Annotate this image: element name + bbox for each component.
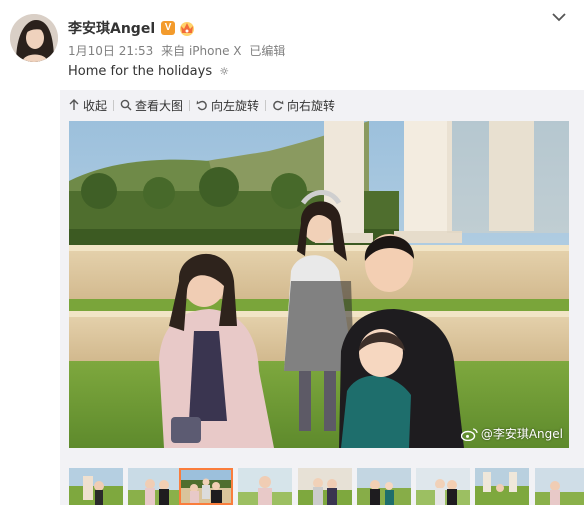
rotate-right-button[interactable]: 向右旋转 xyxy=(272,97,335,114)
family-photo xyxy=(69,121,569,448)
thumbnail[interactable] xyxy=(416,468,470,505)
weibo-logo-icon xyxy=(460,427,478,441)
view-large-label: 查看大图 xyxy=(135,98,184,113)
toolbar-divider xyxy=(265,99,267,111)
thumbnail[interactable] xyxy=(69,468,123,505)
author-name[interactable]: 李安琪Angel xyxy=(68,18,155,38)
collapse-button[interactable]: 收起 xyxy=(68,97,107,114)
main-photo[interactable]: @李安琪Angel xyxy=(69,121,569,448)
sun-emoji-icon: ☼ xyxy=(219,65,230,78)
media-toolbar: 收起 查看大图 向左旋转 向右旋转 xyxy=(68,95,335,115)
post-body: Home for the holidays xyxy=(68,64,213,79)
crown-badge-icon[interactable] xyxy=(178,20,196,36)
toolbar-divider xyxy=(113,99,115,111)
rotate-right-icon xyxy=(273,100,284,111)
rotate-left-label: 向左旋转 xyxy=(211,98,260,113)
thumbnail[interactable] xyxy=(475,468,529,505)
watermark-text: @李安琪Angel xyxy=(480,427,563,441)
chevron-down-icon[interactable] xyxy=(552,12,566,22)
rotate-left-icon xyxy=(196,100,207,111)
weibo-post-card: 李安琪Angel V 1月10日 21:53 来自 iPhone X 已编辑 H… xyxy=(0,0,584,505)
photo-watermark: @李安琪Angel xyxy=(460,425,563,442)
search-icon xyxy=(120,99,132,111)
view-large-button[interactable]: 查看大图 xyxy=(120,97,183,114)
edited-label[interactable]: 已编辑 xyxy=(249,44,285,58)
thumbnail-selected[interactable] xyxy=(179,468,233,505)
post-source: 来自 iPhone X xyxy=(161,44,242,58)
post-text: Home for the holidays ☼ xyxy=(68,64,229,79)
collapse-label: 收起 xyxy=(83,98,108,113)
post-date[interactable]: 1月10日 21:53 xyxy=(68,44,153,58)
post-meta: 1月10日 21:53 来自 iPhone X 已编辑 xyxy=(68,42,289,59)
media-panel: 收起 查看大图 向左旋转 向右旋转 @李安琪Angel xyxy=(60,90,584,505)
thumbnail[interactable] xyxy=(357,468,411,505)
toolbar-divider xyxy=(189,99,191,111)
thumbnail[interactable] xyxy=(298,468,352,505)
thumbnail[interactable] xyxy=(535,468,584,505)
rotate-right-label: 向右旋转 xyxy=(287,98,336,113)
thumbnail[interactable] xyxy=(238,468,292,505)
arrow-up-icon xyxy=(69,99,79,110)
thumbnail[interactable] xyxy=(128,468,182,505)
avatar[interactable] xyxy=(10,14,58,62)
verified-badge[interactable]: V xyxy=(161,21,176,35)
thumbnail-strip xyxy=(69,468,584,505)
rotate-left-button[interactable]: 向左旋转 xyxy=(196,97,259,114)
author-row: 李安琪Angel V xyxy=(68,18,196,38)
